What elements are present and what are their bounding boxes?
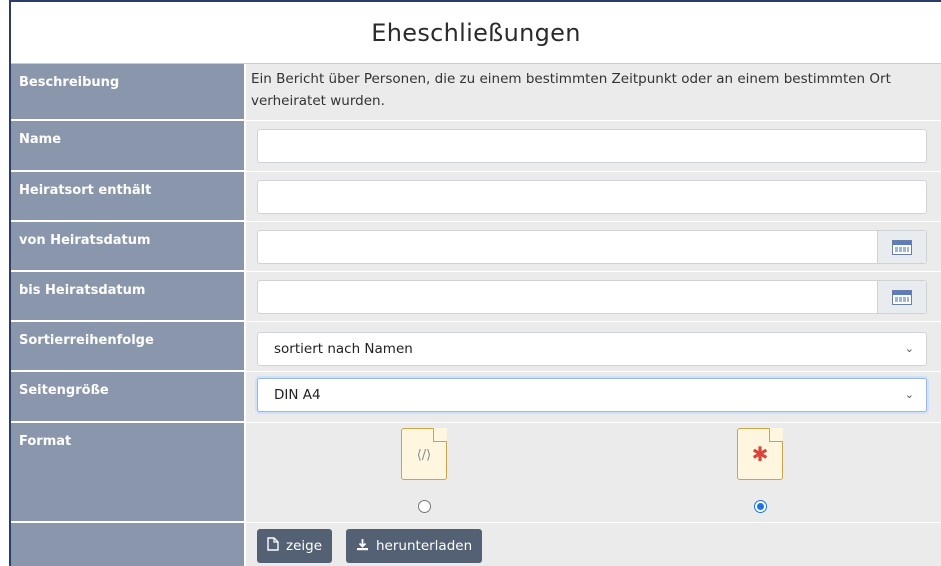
format-label: Format: [11, 423, 244, 523]
name-input[interactable]: [257, 129, 927, 163]
page-title: Eheschließungen: [11, 2, 941, 64]
row-sort: Sortierreihenfolge sortiert nach Namen ⌄: [11, 322, 941, 372]
row-format: Format ⟨/⟩ ✱: [11, 423, 941, 523]
html-file-icon[interactable]: ⟨/⟩: [401, 428, 447, 480]
calendar-icon: [892, 289, 912, 305]
date-to-label: bis Heiratsdatum: [11, 272, 244, 322]
date-to-group: [257, 280, 927, 314]
date-from-input[interactable]: [258, 231, 878, 263]
date-from-group: [257, 230, 927, 264]
page-size-select[interactable]: DIN A4 ⌄: [257, 378, 927, 412]
name-label: Name: [11, 121, 244, 172]
download-button-label: herunterladen: [376, 538, 473, 554]
row-place: Heiratsort enthält: [11, 172, 941, 222]
row-date-to: bis Heiratsdatum: [11, 272, 941, 322]
show-button-label: zeige: [286, 538, 323, 554]
date-from-calendar-button[interactable]: [878, 231, 926, 263]
download-button[interactable]: herunterladen: [346, 529, 483, 563]
page-size-selected-value: DIN A4: [274, 387, 321, 403]
pdf-file-icon[interactable]: ✱: [737, 428, 783, 480]
show-button[interactable]: zeige: [257, 529, 333, 563]
row-description: Beschreibung Ein Bericht über Personen, …: [11, 64, 941, 121]
chevron-down-icon: ⌄: [904, 342, 914, 355]
row-date-from: von Heiratsdatum: [11, 222, 941, 272]
row-page-size: Seitengröße DIN A4 ⌄: [11, 372, 941, 423]
date-to-calendar-button[interactable]: [878, 281, 926, 313]
row-name: Name: [11, 121, 941, 172]
download-icon: [356, 538, 369, 555]
format-html-radio[interactable]: [418, 500, 431, 513]
row-actions: zeige herunterladen: [11, 523, 941, 566]
calendar-icon: [892, 239, 912, 255]
format-pdf-radio[interactable]: [754, 500, 767, 513]
description-label: Beschreibung: [11, 64, 244, 121]
place-input[interactable]: [257, 180, 927, 214]
place-label: Heiratsort enthält: [11, 172, 244, 222]
chevron-down-icon: ⌄: [904, 388, 914, 401]
date-from-label: von Heiratsdatum: [11, 222, 244, 272]
page-size-label: Seitengröße: [11, 372, 244, 423]
date-to-input[interactable]: [258, 281, 878, 313]
report-form: Eheschließungen Beschreibung Ein Bericht…: [9, 0, 941, 566]
sort-label: Sortierreihenfolge: [11, 322, 244, 372]
description-text: Ein Bericht über Personen, die zu einem …: [251, 71, 891, 109]
sort-select[interactable]: sortiert nach Namen ⌄: [257, 332, 927, 366]
file-icon: [267, 537, 279, 555]
sort-selected-value: sortiert nach Namen: [274, 341, 413, 357]
